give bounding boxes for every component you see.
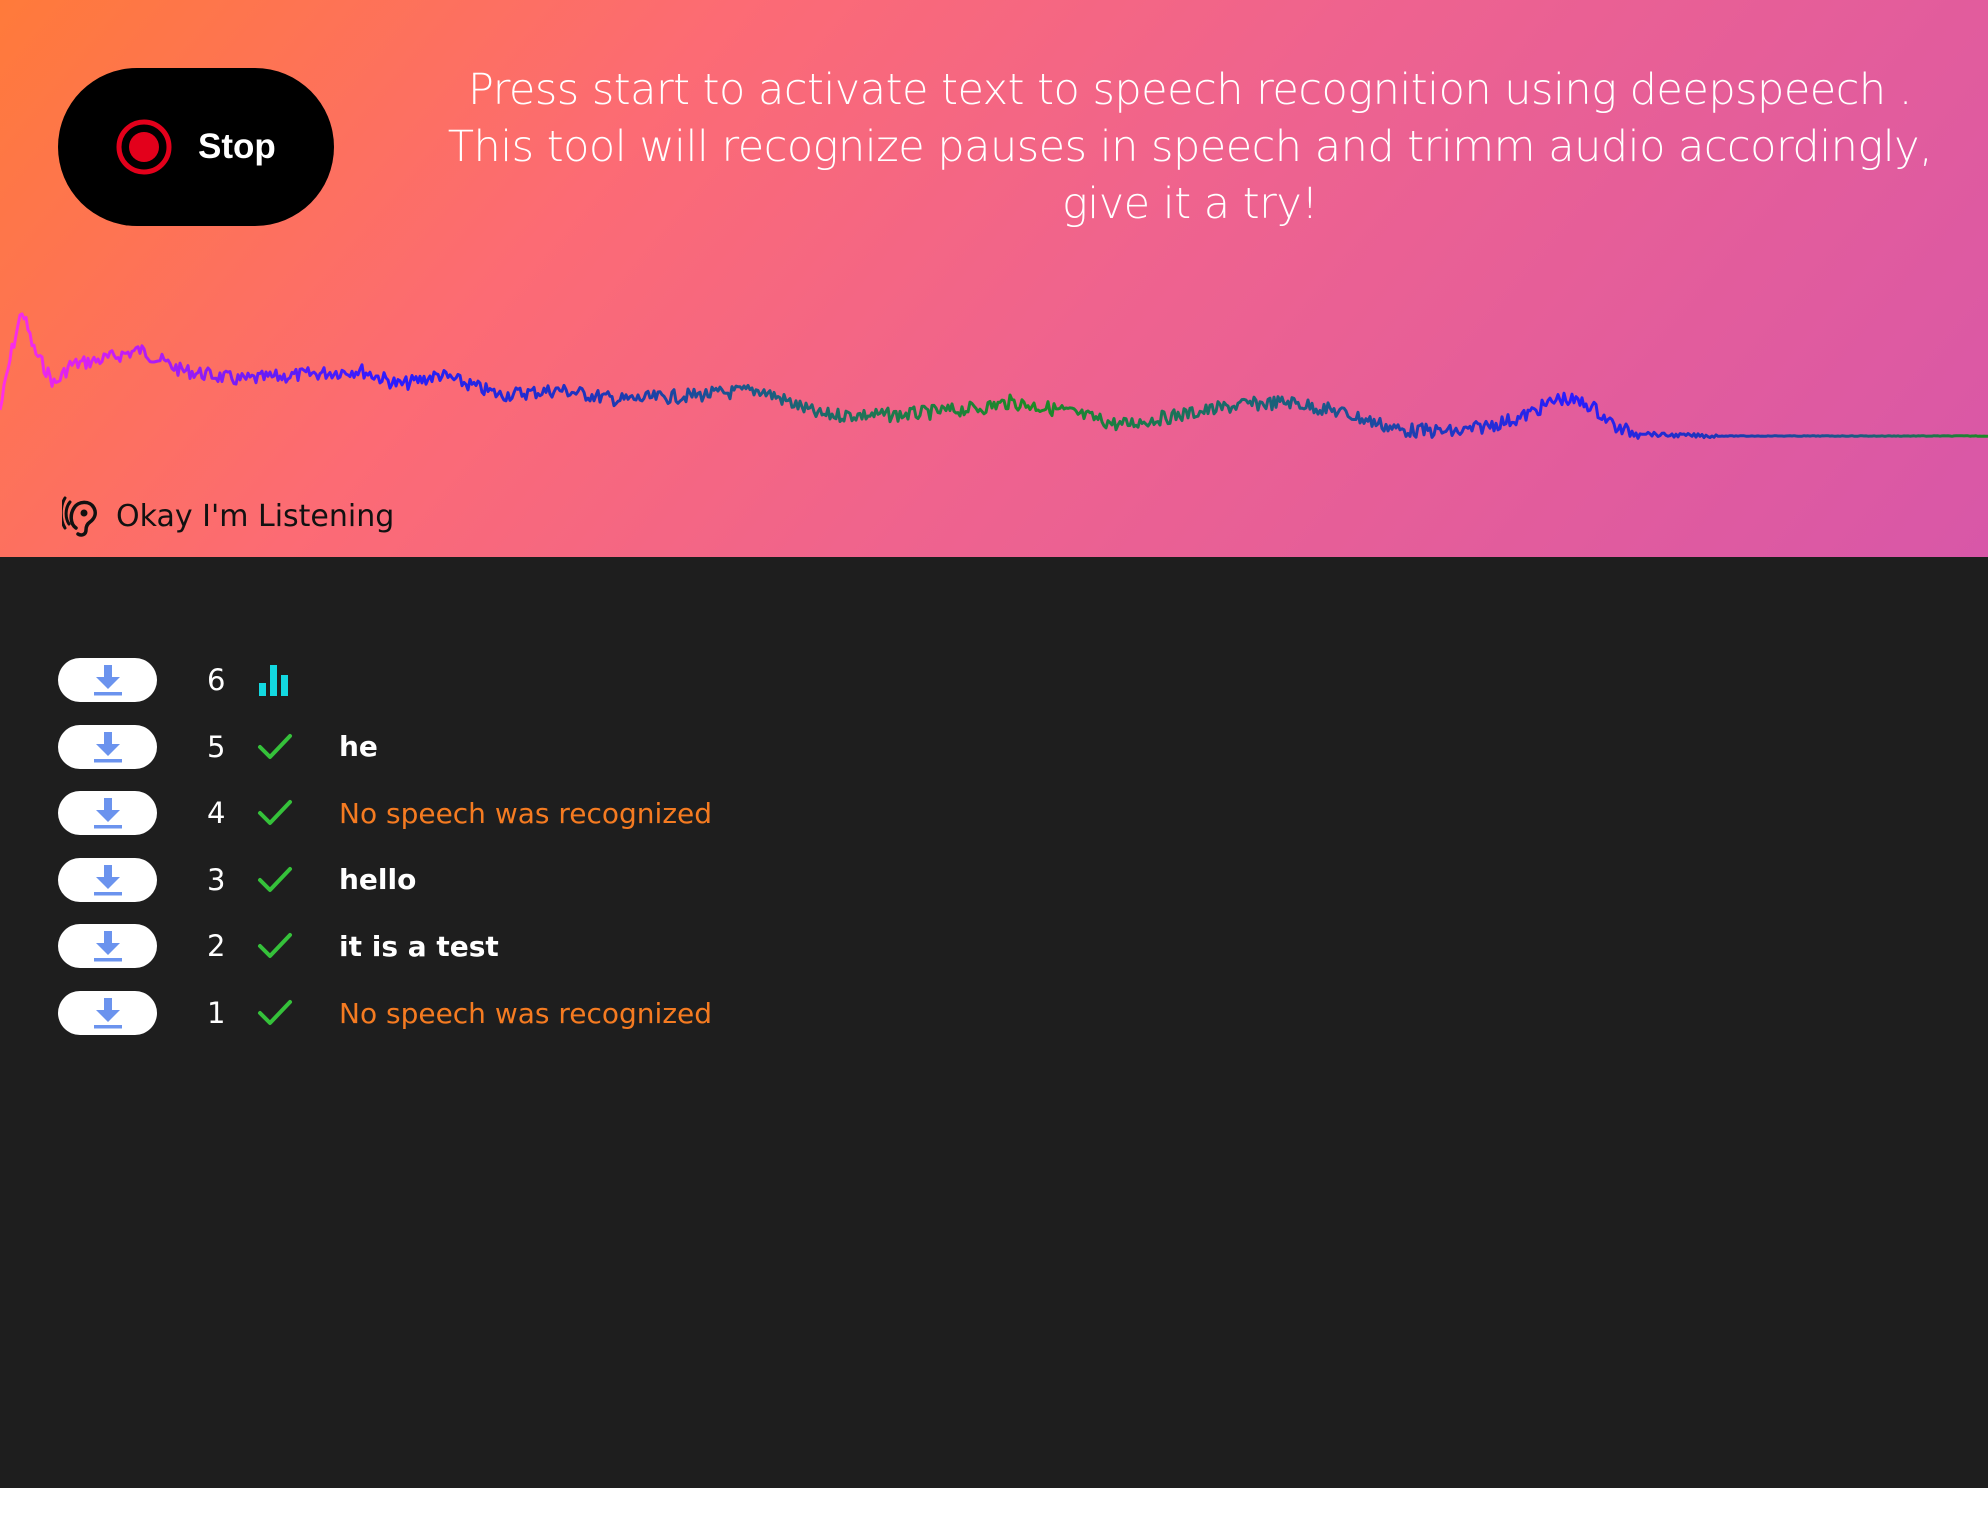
result-row: 5 he: [58, 724, 378, 769]
ear-icon: [62, 496, 97, 537]
download-button[interactable]: [58, 857, 157, 902]
results-panel: 6 5 he 4 No speech was recognized 3 hello 2 it i…: [0, 557, 1988, 1488]
download-button[interactable]: [58, 724, 157, 769]
audio-waveform: [0, 312, 1988, 440]
download-icon: [93, 731, 122, 763]
instructions-line: give it a try!: [1061, 179, 1319, 229]
download-button[interactable]: [58, 658, 157, 702]
app-window: Stop Press start to activate text to spe…: [0, 0, 1988, 1520]
bar-chart-icon: [255, 662, 295, 698]
download-button[interactable]: [58, 924, 157, 969]
no-speech-message: No speech was recognized: [339, 996, 713, 1030]
instructions-line: This tool will recognize pauses in speec…: [447, 122, 1933, 172]
checkmark-icon: [255, 729, 295, 765]
result-row: 1 No speech was recognized: [58, 991, 712, 1035]
checkmark-icon: [255, 862, 295, 898]
no-speech-message: No speech was recognized: [339, 796, 713, 830]
download-button[interactable]: [58, 991, 157, 1035]
instructions-text: Press start to activate text to speech r…: [440, 62, 1940, 233]
instructions-line: Press start to activate text to speech r…: [468, 65, 1912, 115]
recorder-header: Stop Press start to activate text to spe…: [0, 0, 1988, 557]
result-row: 6: [58, 658, 295, 702]
download-icon: [93, 864, 122, 896]
download-icon: [93, 998, 122, 1029]
transcript-text: he: [339, 730, 378, 764]
stop-button[interactable]: Stop: [58, 68, 334, 226]
result-row: 3 hello: [58, 857, 417, 902]
download-button[interactable]: [58, 791, 157, 836]
result-row: 4 No speech was recognized: [58, 791, 713, 836]
checkmark-icon: [255, 928, 295, 964]
transcript-text: hello: [339, 863, 417, 897]
checkmark-icon: [255, 795, 295, 831]
record-icon: [116, 119, 172, 175]
download-icon: [93, 798, 122, 829]
result-row: 2 it is a test: [58, 924, 499, 969]
download-icon: [93, 931, 122, 962]
download-icon: [93, 665, 122, 696]
listening-label: Okay I'm Listening: [116, 498, 395, 534]
stop-button-label: Stop: [198, 127, 276, 166]
transcript-text: it is a test: [339, 929, 499, 963]
listening-status: Okay I'm Listening: [62, 494, 394, 538]
checkmark-icon: [255, 995, 295, 1031]
